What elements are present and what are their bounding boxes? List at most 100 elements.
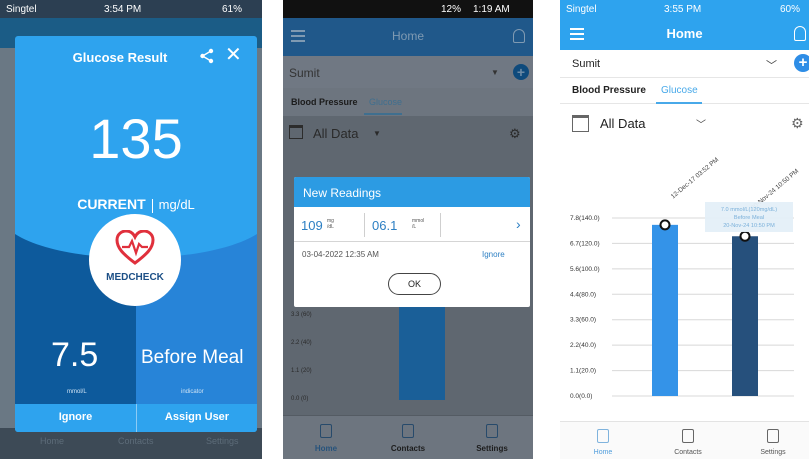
nav-contacts[interactable]: Contacts: [373, 416, 443, 453]
nav-home[interactable]: Home: [291, 416, 361, 453]
status-bar: 12% 1:19 AM: [283, 0, 533, 18]
new-readings-screen: 12% 1:19 AM Home Sumit ▼ + Blood Pressur…: [283, 0, 533, 459]
glucose-result-screen: Singtel 3:54 PM 61% Home Contacts Settin…: [0, 0, 262, 459]
carrier-label: Singtel: [6, 4, 37, 15]
filter-row: All Data ▼ ⚙: [283, 116, 533, 150]
dimmed-tab-contacts: Contacts: [118, 436, 154, 446]
mmol-value: 06.1: [372, 218, 398, 233]
dialog-actions: Ignore Assign User: [15, 404, 257, 432]
y-tick: 0.0 (0): [291, 396, 309, 402]
nav-label: Home: [593, 449, 613, 456]
battery-level: 61%: [222, 4, 243, 15]
ignore-button[interactable]: Ignore: [15, 411, 136, 423]
mgdl-unit: mg/dL: [327, 218, 334, 230]
tab-glucose[interactable]: Glucose: [661, 85, 698, 96]
nav-settings[interactable]: Settings: [738, 422, 808, 456]
medcheck-logo: MEDCHECK: [89, 214, 181, 306]
calendar-icon[interactable]: [289, 125, 303, 139]
add-user-button[interactable]: +: [513, 64, 529, 80]
user-selector[interactable]: Sumit ▼ +: [283, 56, 533, 88]
reading-date: 03-04-2022 12:35 AM: [302, 250, 379, 259]
tab-bar: Blood Pressure Glucose: [283, 88, 533, 116]
nav-home[interactable]: Home: [568, 422, 638, 456]
close-icon[interactable]: ✕: [225, 45, 242, 65]
dimmed-tab-settings: Settings: [206, 436, 239, 446]
y-tick-label: 7.8(140.0): [570, 215, 600, 222]
battery-level: 12%: [441, 4, 462, 15]
app-header: Home: [283, 18, 533, 56]
nav-settings[interactable]: Settings: [457, 416, 527, 453]
y-tick-label: 0.0(0.0): [570, 393, 592, 400]
settings-icon: [486, 424, 498, 438]
user-icon[interactable]: [513, 29, 525, 43]
user-name: Sumit: [289, 66, 320, 80]
share-icon[interactable]: [199, 48, 215, 64]
glucose-value: 135: [89, 107, 183, 170]
tab-underline: [364, 113, 402, 115]
clock: 1:19 AM: [473, 4, 510, 15]
brand-name: MEDCHECK: [106, 272, 164, 283]
filter-select[interactable]: All Data: [600, 116, 646, 131]
mmol-unit: mmol/L: [67, 389, 87, 395]
reading-row[interactable]: 109 mg/dL 06.1 mmol/L ›: [294, 207, 530, 242]
contacts-icon: [682, 429, 694, 443]
battery-level: 60%: [780, 4, 801, 15]
y-tick-label: 2.2(40.0): [570, 342, 596, 349]
y-tick-label: 6.7(120.0): [570, 240, 600, 247]
ok-button[interactable]: OK: [388, 273, 441, 295]
gear-icon[interactable]: ⚙: [509, 126, 521, 142]
meal-caption: indicator: [181, 389, 204, 395]
tab-blood-pressure[interactable]: Blood Pressure: [291, 97, 358, 107]
user-name: Sumit: [572, 58, 601, 70]
glucose-result-dialog: Glucose Result ✕ 135 CURRENT mg/dL MEDCHE…: [15, 36, 257, 432]
mmol-value: 7.5: [51, 336, 99, 374]
dialog-title: New Readings: [303, 186, 382, 200]
new-readings-dialog: New Readings 109 mg/dL 06.1 mmol/L › 03-…: [294, 177, 530, 307]
tab-bar: Blood Pressure Glucose: [560, 78, 809, 104]
user-selector[interactable]: Sumit ﹀ +: [560, 50, 809, 78]
y-tick: 2.2 (40): [291, 340, 312, 346]
user-icon[interactable]: [794, 26, 806, 41]
filter-row: All Data ﹀ ⚙: [560, 108, 809, 140]
tab-blood-pressure[interactable]: Blood Pressure: [572, 85, 646, 96]
tab-underline: [656, 102, 702, 104]
clock: 3:54 PM: [104, 4, 142, 15]
nav-label: Contacts: [674, 449, 702, 456]
heart-pulse-icon: [115, 230, 155, 265]
calendar-icon[interactable]: [572, 115, 589, 132]
assign-user-button[interactable]: Assign User: [137, 411, 257, 423]
page-title: Home: [666, 26, 703, 41]
ignore-link[interactable]: Ignore: [482, 250, 505, 259]
data-point: [659, 219, 671, 231]
gear-icon[interactable]: ⚙: [791, 115, 804, 132]
add-user-button[interactable]: +: [794, 54, 809, 72]
caret-down-icon[interactable]: ▼: [491, 68, 499, 77]
bottom-nav: Home Contacts Settings: [560, 421, 809, 459]
chart-bar: [399, 300, 445, 400]
y-tick-label: 5.6(100.0): [570, 266, 600, 273]
filter-select[interactable]: All Data: [313, 126, 359, 141]
nav-contacts[interactable]: Contacts: [653, 422, 723, 456]
chevron-right-icon[interactable]: ›: [516, 216, 521, 232]
tab-glucose[interactable]: Glucose: [369, 97, 402, 107]
meal-indicator: Before Meal: [141, 347, 244, 368]
chevron-down-icon[interactable]: ﹀: [696, 116, 706, 131]
status-bar: Singtel 3:55 PM 60%: [560, 0, 809, 18]
tooltip-line: 7.0 mmol/L(120mg/dL): [721, 207, 777, 213]
y-tick: 3.3 (60): [291, 312, 312, 318]
mmol-unit: mmol/L: [412, 218, 425, 230]
tooltip-line: Before Meal: [734, 215, 764, 221]
y-tick-label: 4.4(80.0): [570, 291, 596, 298]
settings-icon: [767, 429, 779, 443]
caret-down-icon[interactable]: ▼: [373, 129, 381, 138]
glucose-chart-screen: Singtel 3:55 PM 60% Home Sumit ﹀ + Blood…: [560, 0, 809, 459]
current-label: CURRENT: [77, 196, 146, 212]
glucose-bar-chart: 0.0(0.0) 1.1(20.0) 2.2(40.0) 3.3(60.0) 4.4(8…: [570, 156, 800, 400]
contacts-icon: [402, 424, 414, 438]
page-title: Home: [391, 29, 424, 43]
y-tick-label: 1.1(20.0): [570, 368, 596, 375]
bottom-nav: Home Contacts Settings: [283, 415, 533, 459]
chevron-down-icon[interactable]: ﹀: [766, 57, 777, 73]
clock: 3:55 PM: [664, 4, 702, 15]
nav-label: Settings: [760, 449, 786, 456]
